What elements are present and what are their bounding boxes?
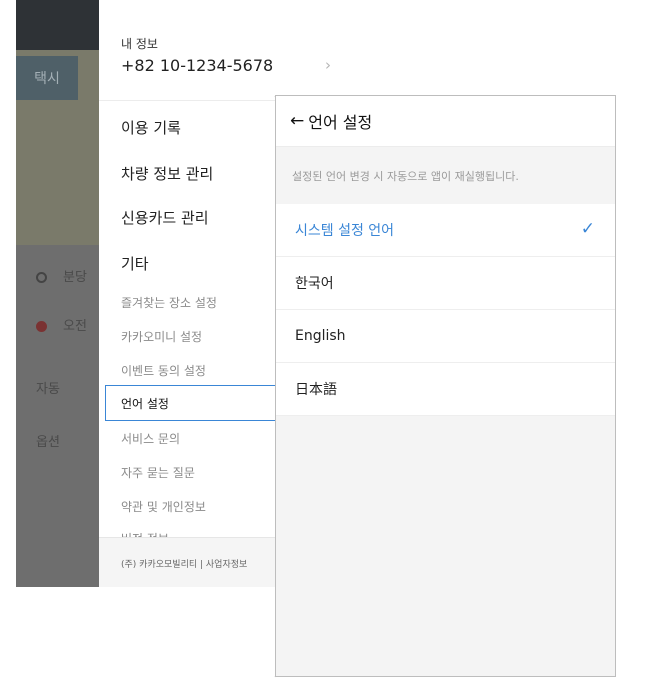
language-option-system[interactable]: 시스템 설정 언어 ✓ (276, 204, 615, 257)
language-option-japanese[interactable]: 日本語 (276, 363, 615, 416)
language-option-label: 한국어 (295, 276, 334, 292)
language-option-label: 日本語 (295, 382, 337, 398)
language-options: 시스템 설정 언어 ✓ 한국어 English 日本語 (276, 204, 615, 416)
language-option-english[interactable]: English (276, 310, 615, 363)
language-header: ← 언어 설정 (276, 96, 615, 147)
language-option-label: 시스템 설정 언어 (295, 223, 395, 239)
back-button[interactable]: ← 언어 설정 (290, 107, 372, 135)
language-option-korean[interactable]: 한국어 (276, 257, 615, 310)
language-option-label: English (295, 328, 346, 344)
language-settings-screen: ← 언어 설정 설정된 언어 변경 시 자동으로 앱이 재실행됩니다. 시스템 … (275, 95, 616, 677)
checkmark-icon: ✓ (580, 219, 595, 239)
restart-notice: 설정된 언어 변경 시 자동으로 앱이 재실행됩니다. (292, 170, 519, 183)
back-arrow-icon: ← (290, 111, 305, 131)
page-title: 언어 설정 (308, 113, 373, 132)
